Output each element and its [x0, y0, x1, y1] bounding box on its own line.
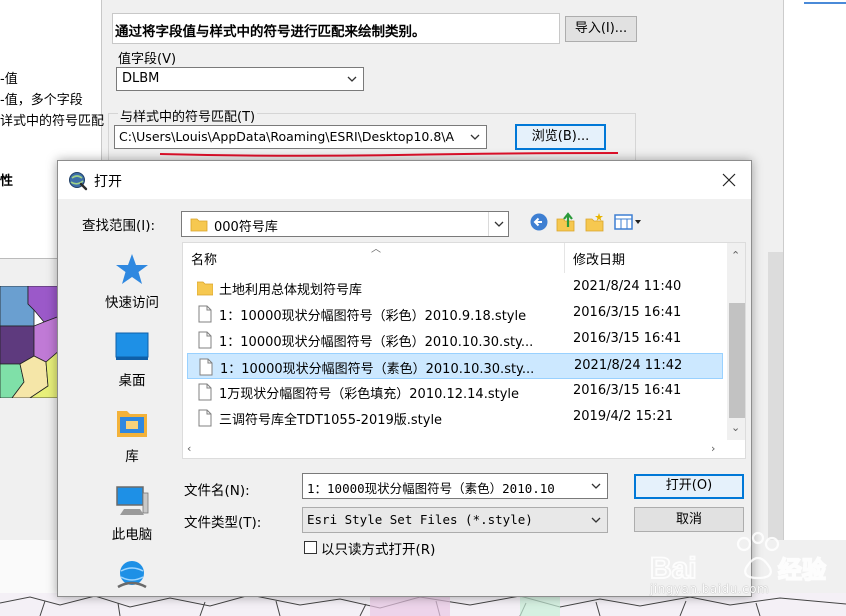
place-label: 库	[125, 449, 139, 465]
file-name: 土地利用总体规划符号库	[219, 283, 363, 298]
file-type-select[interactable]: Esri Style Set Files (*.style)	[302, 507, 608, 533]
map-thumbnail	[0, 286, 60, 398]
chevron-down-icon	[591, 517, 601, 523]
place-label: 此电脑	[111, 527, 153, 543]
desktop-icon	[115, 332, 149, 360]
right-divider	[768, 252, 783, 540]
left-panel-text: -值	[0, 72, 18, 87]
file-type-value: Esri Style Set Files (*.style)	[307, 512, 533, 527]
scroll-down-icon[interactable]: ⌄	[731, 421, 740, 434]
star-icon	[116, 254, 148, 284]
places-bar: 快速访问 桌面 库 此电脑	[82, 243, 182, 593]
right-panel	[783, 0, 846, 540]
style-path-select[interactable]: C:\Users\Louis\AppData\Roaming\ESRI\Desk…	[114, 125, 487, 149]
place-quick-access[interactable]: 快速访问	[82, 251, 182, 311]
look-in-dropdown-toggle[interactable]	[488, 212, 508, 236]
document-icon	[198, 409, 212, 427]
file-row[interactable]: 三调符号库全TDT1055-2019版.style 2019/4/2 15:21	[187, 405, 723, 431]
file-name-input[interactable]: 1：10000现状分幅图符号（素色）2010.10	[302, 473, 608, 499]
scroll-left-icon[interactable]: ‹	[187, 442, 191, 455]
place-network[interactable]	[82, 557, 182, 597]
file-date: 2021/8/24 11:42	[574, 358, 683, 373]
folder-icon	[190, 218, 208, 232]
file-type-label: 文件类型(T):	[184, 515, 262, 531]
chevron-down-icon	[469, 131, 481, 143]
match-style-label: 与样式中的符号匹配(T)	[118, 106, 258, 125]
look-in-select[interactable]: 000符号库	[181, 211, 509, 237]
readonly-checkbox[interactable]	[304, 541, 317, 554]
view-menu-icon[interactable]	[613, 211, 645, 233]
file-date: 2016/3/15 16:41	[573, 305, 682, 320]
scroll-up-icon[interactable]: ⌃	[731, 249, 740, 262]
file-name-label: 文件名(N):	[184, 483, 250, 499]
place-label: 桌面	[118, 373, 146, 389]
left-panel-text: -值，多个字段	[0, 93, 83, 108]
watermark-url: jingyan.baidu.com	[650, 582, 770, 596]
dialog-title-bar: 打开	[58, 161, 751, 199]
document-icon	[198, 305, 212, 323]
close-icon[interactable]	[714, 167, 744, 193]
watermark: Bai 经验 jingyan.baidu.com	[648, 528, 838, 606]
right-panel-accent	[804, 2, 846, 4]
file-name: 三调符号库全TDT1055-2019版.style	[219, 413, 443, 428]
file-name: 1：10000现状分幅图符号（彩色）2010.9.18.style	[219, 309, 527, 324]
look-in-label: 查找范围(I):	[82, 218, 156, 234]
computer-icon	[116, 486, 149, 515]
value-field-select[interactable]: DLBM	[116, 67, 364, 91]
folder-icon	[197, 281, 213, 296]
file-row[interactable]: 1：10000现状分幅图符号（彩色）2010.9.18.style 2016/3…	[187, 301, 723, 327]
place-label: 快速访问	[105, 295, 159, 311]
look-in-value: 000符号库	[214, 220, 278, 235]
column-divider[interactable]	[564, 243, 565, 273]
description-text: 通过将字段值与样式中的符号进行匹配来绘制类别。	[112, 13, 560, 44]
column-header-modified[interactable]: 修改日期	[573, 249, 625, 268]
left-panel-text: 详式中的符号匹配	[0, 114, 105, 129]
chevron-down-icon	[494, 221, 504, 227]
file-row-selected[interactable]: 1：10000现状分幅图符号（素色）2010.10.30.sty... 2021…	[187, 353, 723, 379]
file-date: 2016/3/15 16:41	[573, 383, 682, 398]
app-globe-icon	[69, 172, 88, 191]
new-folder-icon[interactable]	[584, 211, 606, 233]
dialog-title: 打开	[94, 174, 122, 190]
watermark-brand: 经验	[778, 556, 826, 584]
value-field-label: 值字段(V)	[118, 52, 177, 67]
readonly-label: 以只读方式打开(R)	[321, 542, 436, 558]
sort-ascending-icon: ︿	[371, 244, 381, 255]
red-annotation-underline	[159, 152, 619, 157]
file-date: 2021/8/24 11:40	[573, 279, 682, 294]
file-list: ︿ 名称 修改日期 土地利用总体规划符号库 2021/8/24 11:40 1：…	[182, 242, 746, 459]
library-icon	[117, 411, 147, 437]
chevron-down-icon[interactable]	[590, 480, 602, 492]
file-row[interactable]: 1：10000现状分幅图符号（彩色）2010.10.30.sty... 2016…	[187, 327, 723, 353]
file-date: 2016/3/15 16:41	[573, 331, 682, 346]
file-date: 2019/4/2 15:21	[573, 409, 673, 424]
column-header-name[interactable]: 名称	[191, 249, 217, 268]
place-this-pc[interactable]: 此电脑	[82, 483, 182, 543]
file-name: 1：10000现状分幅图符号（彩色）2010.10.30.sty...	[219, 335, 534, 350]
file-name: 1：10000现状分幅图符号（素色）2010.10.30.sty...	[220, 362, 535, 377]
network-icon	[117, 561, 147, 589]
value-field-value: DLBM	[122, 71, 160, 86]
import-button[interactable]: 导入(I)...	[565, 16, 637, 42]
place-library[interactable]: 库	[82, 405, 182, 465]
file-row[interactable]: 土地利用总体规划符号库 2021/8/24 11:40	[187, 275, 723, 301]
place-desktop[interactable]: 桌面	[82, 329, 182, 389]
file-row[interactable]: 1万现状分幅图符号（彩色填充）2010.12.14.style 2016/3/1…	[187, 379, 723, 405]
scrollbar-thumb[interactable]	[729, 303, 745, 418]
horizontal-scrollbar[interactable]: ‹ ›	[183, 440, 728, 458]
style-path-value: C:\Users\Louis\AppData\Roaming\ESRI\Desk…	[119, 129, 455, 144]
open-button[interactable]: 打开(O)	[634, 474, 744, 499]
document-icon	[198, 331, 212, 349]
browse-button[interactable]: 浏览(B)...	[515, 124, 606, 150]
left-panel-text: 性	[0, 174, 14, 189]
scroll-right-icon[interactable]: ›	[711, 442, 715, 455]
up-folder-icon[interactable]	[555, 211, 577, 233]
file-name: 1万现状分幅图符号（彩色填充）2010.12.14.style	[219, 387, 520, 402]
file-name-value: 1：10000现状分幅图符号（素色）2010.10	[307, 481, 555, 496]
chevron-down-icon	[347, 76, 357, 82]
document-icon	[198, 383, 212, 401]
document-icon	[199, 358, 213, 376]
svg-text:Bai: Bai	[650, 552, 697, 585]
back-icon[interactable]	[528, 211, 550, 233]
